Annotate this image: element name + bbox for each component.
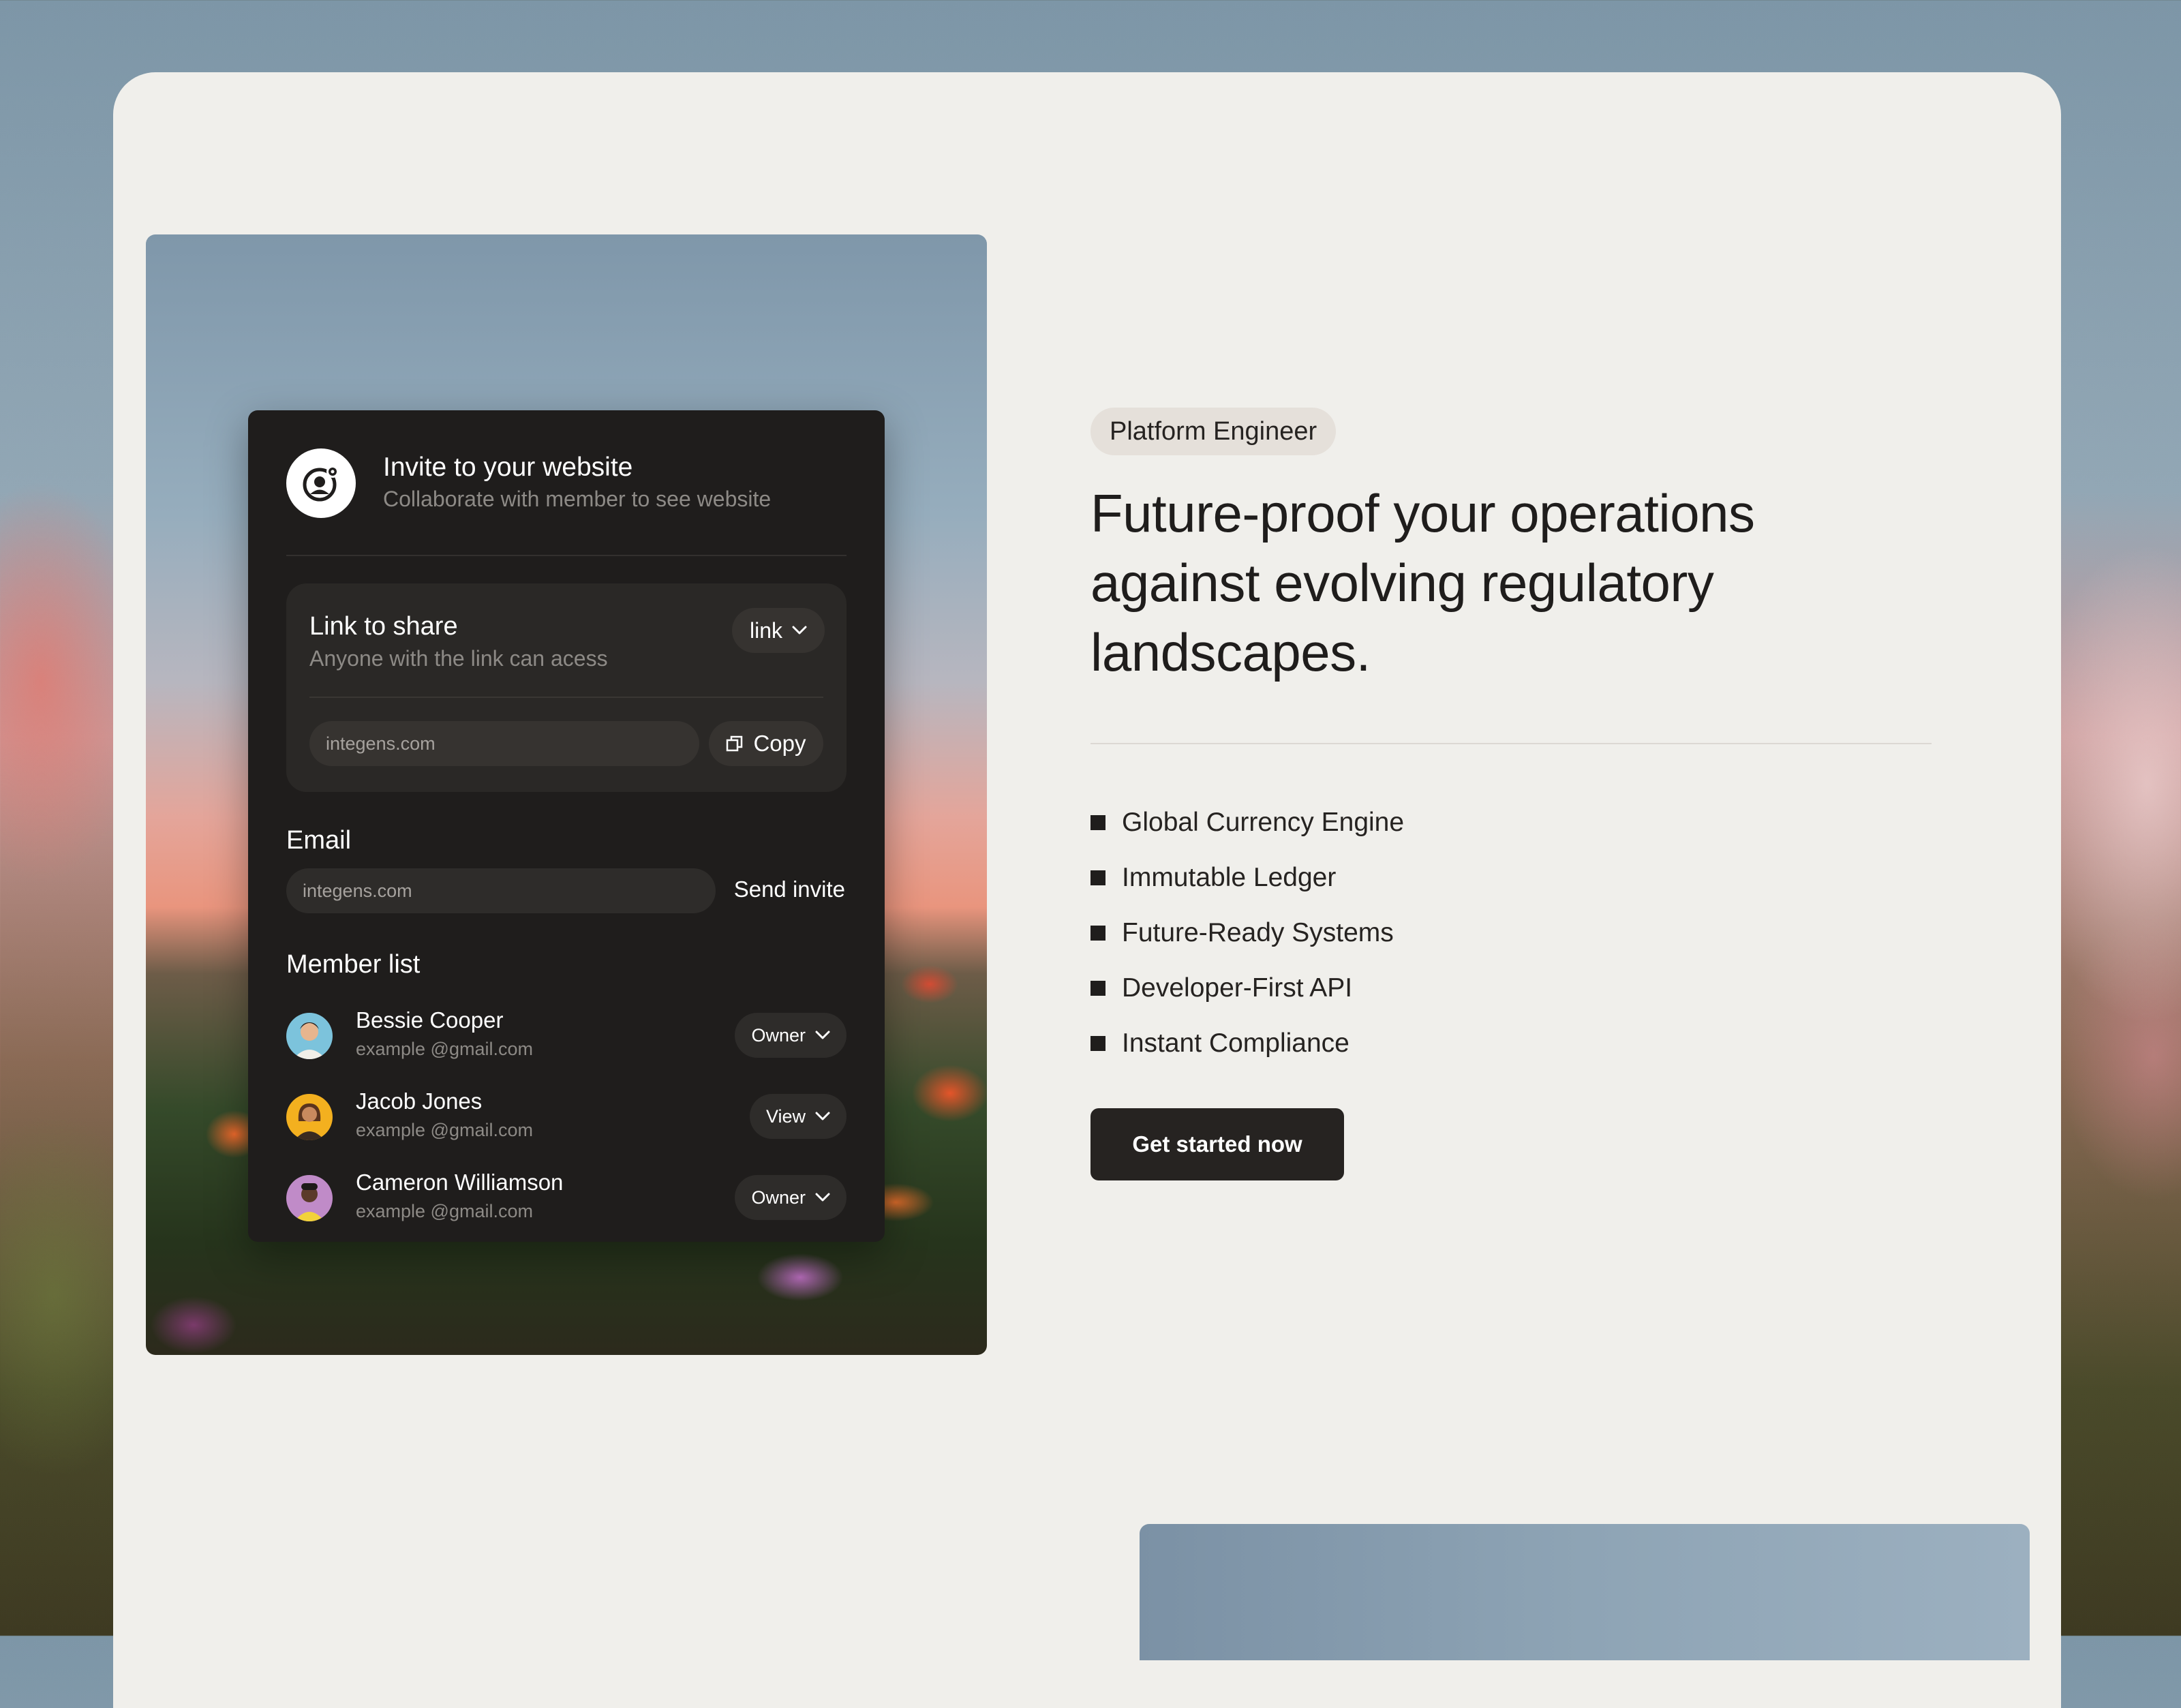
feature-label: Future-Ready Systems: [1122, 917, 1394, 947]
chevron-down-icon: [815, 1193, 830, 1202]
sky-photo: [1140, 1524, 2030, 1660]
square-bullet-icon: [1090, 925, 1105, 941]
user-gear-icon: [286, 448, 356, 518]
avatar: [286, 1175, 333, 1221]
square-bullet-icon: [1090, 814, 1105, 830]
chevron-down-icon: [815, 1031, 830, 1039]
member-row: Bessie Cooper example @gmail.com Owner: [286, 1003, 847, 1065]
link-type-value: link: [749, 617, 782, 643]
square-bullet-icon: [1090, 980, 1105, 996]
invite-title: Invite to your website: [383, 453, 633, 482]
email-label: Email: [286, 826, 352, 855]
member-email: example @gmail.com: [356, 1201, 533, 1221]
share-url-field[interactable]: integens.com: [309, 721, 699, 766]
role-tag: Platform Engineer: [1090, 408, 1337, 455]
square-bullet-icon: [1090, 1035, 1105, 1051]
list-item: Future-Ready Systems: [1090, 905, 1404, 960]
list-item: Immutable Ledger: [1090, 850, 1404, 905]
member-name: Cameron Williamson: [356, 1170, 564, 1195]
member-email: example @gmail.com: [356, 1039, 533, 1059]
member-list-label: Member list: [286, 950, 421, 979]
list-item: Instant Compliance: [1090, 1016, 1404, 1071]
invite-subtitle: Collaborate with member to see website: [383, 487, 772, 511]
feature-label: Instant Compliance: [1122, 1028, 1349, 1058]
role-value: Owner: [751, 1024, 806, 1046]
feature-label: Immutable Ledger: [1122, 862, 1337, 892]
square-bullet-icon: [1090, 870, 1105, 885]
email-input[interactable]: integens.com: [286, 868, 716, 913]
avatar: [286, 1094, 333, 1140]
share-subtitle: Anyone with the link can acess: [309, 646, 608, 671]
member-row: Jacob Jones example @gmail.com View: [286, 1084, 847, 1146]
list-item: Developer-First API: [1090, 960, 1404, 1016]
get-started-button[interactable]: Get started now: [1090, 1108, 1344, 1180]
divider: [1090, 743, 1932, 744]
link-type-select[interactable]: link: [731, 608, 825, 653]
invite-dialog: Invite to your website Collaborate with …: [248, 410, 885, 1242]
role-value: Owner: [751, 1187, 806, 1208]
copy-button[interactable]: Copy: [709, 721, 823, 766]
member-role-select[interactable]: Owner: [735, 1175, 847, 1220]
chevron-down-icon: [792, 626, 807, 635]
copy-label: Copy: [753, 731, 806, 756]
chevron-down-icon: [815, 1112, 830, 1120]
send-invite-button[interactable]: Send invite: [734, 876, 845, 902]
feature-label: Developer-First API: [1122, 973, 1353, 1003]
link-share-panel: Link to share Anyone with the link can a…: [286, 583, 847, 792]
feature-label: Global Currency Engine: [1122, 807, 1405, 837]
hero-headline: Future-proof your operations against evo…: [1090, 483, 1755, 682]
divider: [309, 697, 823, 698]
member-role-select[interactable]: View: [749, 1094, 847, 1139]
member-email: example @gmail.com: [356, 1120, 533, 1140]
role-value: View: [765, 1105, 806, 1127]
member-role-select[interactable]: Owner: [735, 1013, 847, 1058]
feature-list: Global Currency Engine Immutable Ledger …: [1090, 795, 1404, 1071]
copy-icon: [727, 735, 743, 752]
member-row: Cameron Williamson example @gmail.com Ow…: [286, 1165, 847, 1227]
list-item: Global Currency Engine: [1090, 795, 1404, 850]
member-name: Bessie Cooper: [356, 1007, 504, 1033]
share-title: Link to share: [309, 612, 458, 641]
divider: [286, 555, 847, 556]
member-name: Jacob Jones: [356, 1088, 483, 1114]
avatar: [286, 1013, 333, 1059]
